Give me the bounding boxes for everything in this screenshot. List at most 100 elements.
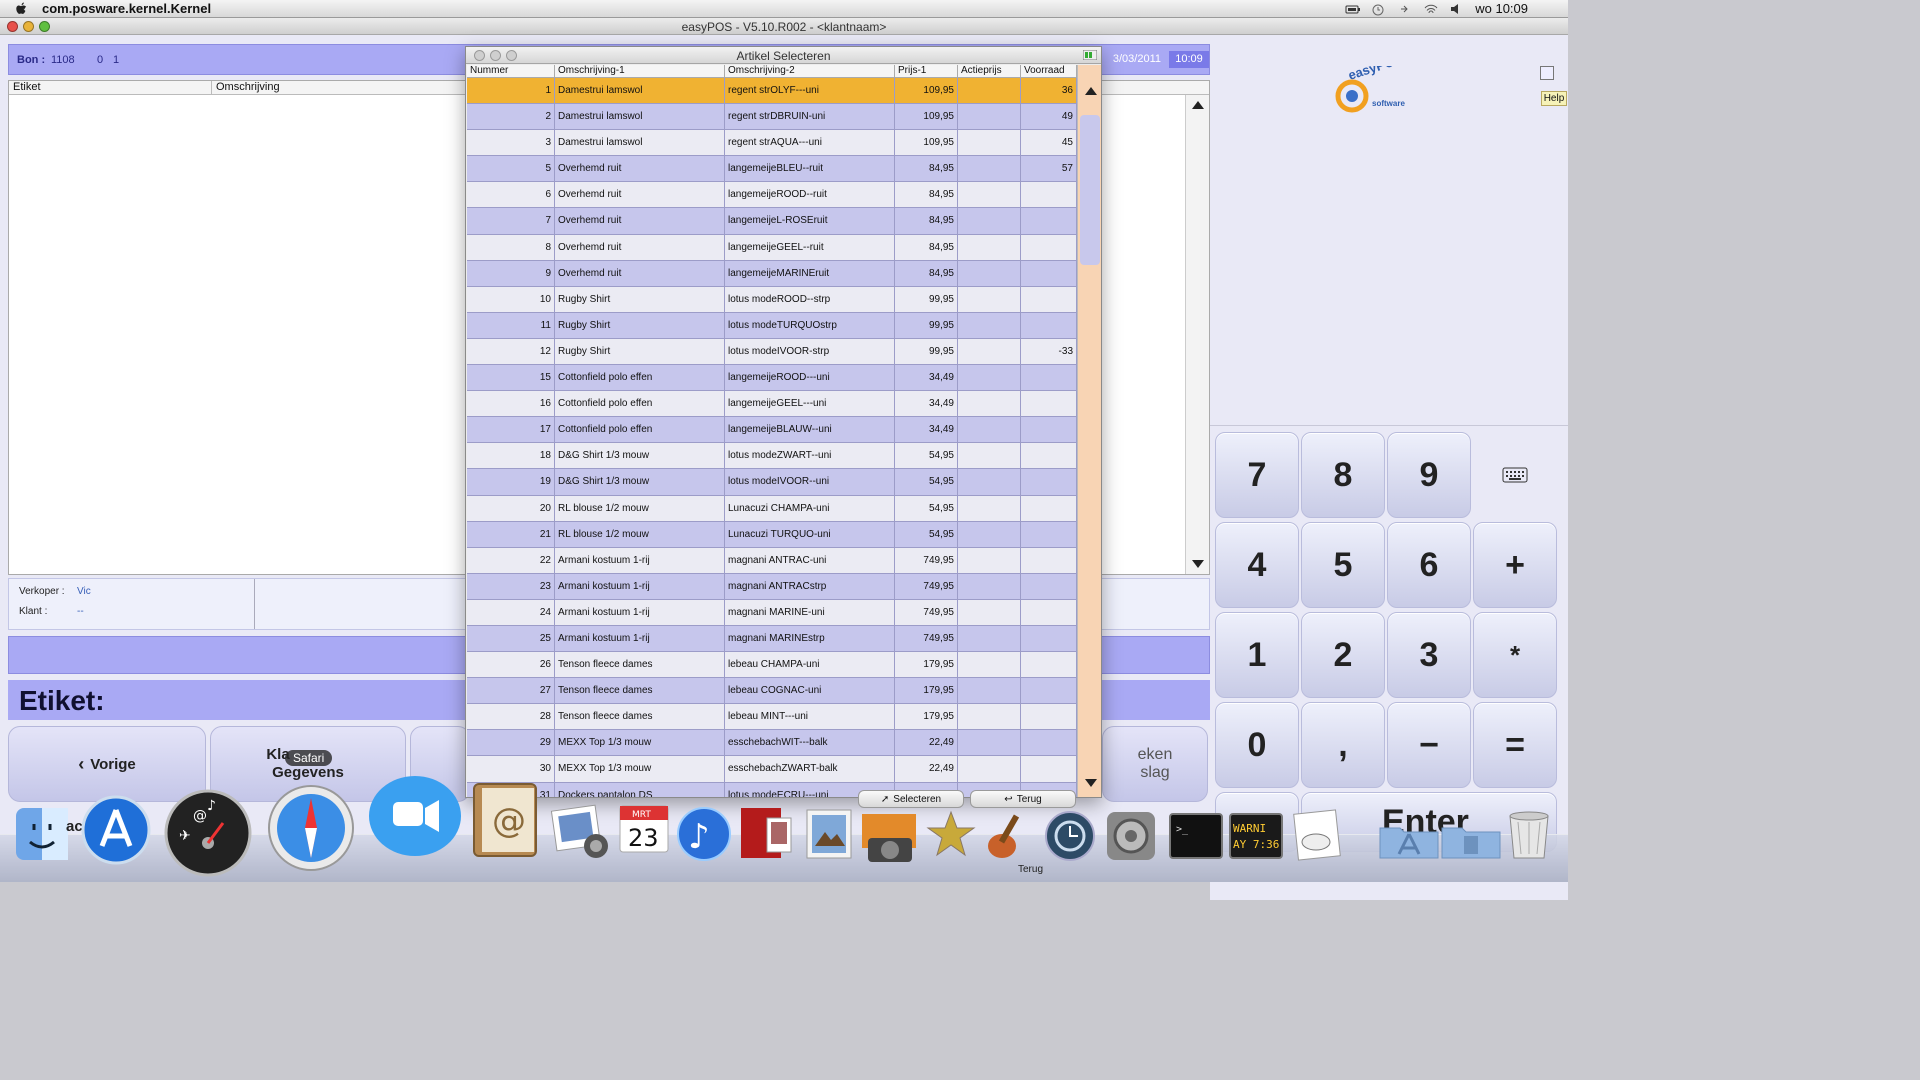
article-row[interactable]: 5 Overhemd ruit langemeijeBLEU--ruit 84,95 5… bbox=[467, 156, 1077, 183]
article-row[interactable]: 30 MEXX Top 1/3 mouw esschebachZWART-balk 2… bbox=[467, 756, 1077, 783]
time-machine-dock-icon[interactable] bbox=[1044, 810, 1096, 862]
key-4[interactable]: 4 bbox=[1215, 522, 1299, 608]
facetime-icon[interactable] bbox=[367, 772, 463, 868]
trash-icon[interactable] bbox=[1502, 806, 1556, 862]
column-header-omschrijving-1[interactable]: Omschrijving-1 bbox=[555, 65, 725, 77]
logo-text-software: software bbox=[1372, 99, 1405, 108]
key-minus[interactable]: − bbox=[1387, 702, 1471, 788]
column-header-actieprijs[interactable]: Actieprijs bbox=[958, 65, 1021, 77]
column-header-voorraad[interactable]: Voorraad bbox=[1021, 65, 1077, 77]
article-row[interactable]: 25 Armani kostuum 1-rij magnani MARINEstrp… bbox=[467, 625, 1077, 653]
article-row[interactable]: 3 Damestrui lamswol regent strAQUA---uni 10… bbox=[467, 130, 1077, 157]
app-store-icon[interactable] bbox=[80, 794, 152, 866]
cell-actieprijs bbox=[958, 625, 1021, 652]
terminal-icon[interactable]: >_ bbox=[1168, 812, 1224, 860]
key-plus[interactable]: + bbox=[1473, 522, 1557, 608]
article-row[interactable]: 23 Armani kostuum 1-rij magnani ANTRACstrp… bbox=[467, 573, 1077, 600]
image-capture-icon[interactable] bbox=[860, 812, 918, 864]
verkoper-value[interactable]: Vic bbox=[77, 586, 91, 597]
article-grid[interactable]: Nummer Omschrijving-1 Omschrijving-2 Pri… bbox=[467, 65, 1077, 797]
article-row[interactable]: 29 MEXX Top 1/3 mouw esschebachWIT---balk 2… bbox=[467, 730, 1077, 757]
article-row[interactable]: 8 Overhemd ruit langemeijeGEEL--ruit 84,95 bbox=[467, 234, 1077, 261]
scroll-thumb[interactable] bbox=[1080, 115, 1100, 265]
article-row[interactable]: 15 Cottonfield polo effen langemeijeROOD--… bbox=[467, 365, 1077, 392]
key-3[interactable]: 3 bbox=[1387, 612, 1471, 698]
app-name-menu[interactable]: com.posware.kernel.Kernel bbox=[42, 1, 211, 16]
address-book-icon[interactable]: @ bbox=[470, 780, 542, 860]
apple-menu-icon[interactable] bbox=[14, 2, 30, 16]
article-row[interactable]: 24 Armani kostuum 1-rij magnani MARINE-uni… bbox=[467, 599, 1077, 626]
selecteren-button[interactable]: ➚ Selecteren bbox=[858, 790, 964, 808]
preview-icon[interactable] bbox=[803, 806, 855, 862]
safari-icon[interactable] bbox=[265, 782, 357, 874]
column-header-prijs-1[interactable]: Prijs-1 bbox=[895, 65, 958, 77]
textedit-icon[interactable] bbox=[1290, 808, 1348, 862]
article-row[interactable]: 22 Armani kostuum 1-rij magnani ANTRAC-uni… bbox=[467, 547, 1077, 574]
imovie-icon[interactable] bbox=[925, 808, 977, 862]
column-header-omschrijving-2[interactable]: Omschrijving-2 bbox=[725, 65, 895, 77]
front-row-icon[interactable] bbox=[737, 804, 797, 862]
receipt-lines-scrollbar[interactable] bbox=[1185, 95, 1209, 574]
cell-omschrijving-1: Tenson fleece dames bbox=[555, 678, 725, 704]
dashboard-icon[interactable]: @♪ ✈ bbox=[163, 788, 253, 878]
key-0[interactable]: 0 bbox=[1215, 702, 1299, 788]
article-row[interactable]: 27 Tenson fleece dames lebeau COGNAC-uni 17… bbox=[467, 678, 1077, 705]
article-grid-header: Nummer Omschrijving-1 Omschrijving-2 Pri… bbox=[467, 65, 1077, 78]
article-row[interactable]: 19 D&G Shirt 1/3 mouw lotus modeIVOOR--uni… bbox=[467, 469, 1077, 496]
keyboard-toggle-button[interactable] bbox=[1473, 432, 1557, 518]
garageband-icon[interactable] bbox=[980, 806, 1040, 862]
article-row[interactable]: 20 RL blouse 1/2 mouw Lunacuzi CHAMPA-uni 5… bbox=[467, 495, 1077, 522]
klant-value[interactable]: -- bbox=[77, 606, 84, 617]
article-row[interactable]: 28 Tenson fleece dames lebeau MINT---uni 17… bbox=[467, 704, 1077, 731]
cell-omschrijving-2: lotus modeIVOOR--uni bbox=[725, 469, 895, 495]
scroll-up-arrow-icon[interactable] bbox=[1082, 83, 1099, 99]
key-equals[interactable]: = bbox=[1473, 702, 1557, 788]
article-row[interactable]: 21 RL blouse 1/2 mouw Lunacuzi TURQUO-uni 5… bbox=[467, 521, 1077, 548]
scroll-up-arrow-icon[interactable] bbox=[1189, 97, 1206, 113]
battery-icon[interactable] bbox=[1345, 3, 1361, 15]
wifi-icon[interactable] bbox=[1423, 3, 1438, 15]
article-row[interactable]: 7 Overhemd ruit langemeijeL-ROSEruit 84,95 bbox=[467, 208, 1077, 235]
article-row[interactable]: 18 D&G Shirt 1/3 mouw lotus modeZWART--uni… bbox=[467, 443, 1077, 470]
key-comma[interactable]: , bbox=[1301, 702, 1385, 788]
volume-icon[interactable] bbox=[1449, 3, 1463, 15]
key-5[interactable]: 5 bbox=[1301, 522, 1385, 608]
iphoto-icon[interactable] bbox=[550, 802, 610, 862]
window-resize-icon[interactable] bbox=[1540, 66, 1554, 80]
column-header-nummer[interactable]: Nummer bbox=[467, 65, 555, 77]
dialog-titlebar[interactable]: Artikel Selecteren bbox=[466, 47, 1101, 64]
key-multiply[interactable]: * bbox=[1473, 612, 1557, 698]
key-2[interactable]: 2 bbox=[1301, 612, 1385, 698]
column-chooser-icon[interactable] bbox=[1082, 49, 1098, 61]
key-1[interactable]: 1 bbox=[1215, 612, 1299, 698]
article-row[interactable]: 10 Rugby Shirt lotus modeROOD--strp 99,95 bbox=[467, 286, 1077, 313]
bluetooth-icon[interactable] bbox=[1397, 3, 1411, 15]
column-header-etiket[interactable]: Etiket bbox=[9, 81, 212, 94]
article-row[interactable]: 2 Damestrui lamswol regent strDBRUIN-uni 10… bbox=[467, 104, 1077, 131]
key-7[interactable]: 7 bbox=[1215, 432, 1299, 518]
article-row[interactable]: 9 Overhemd ruit langemeijeMARINEruit 84,95 bbox=[467, 260, 1077, 287]
key-6[interactable]: 6 bbox=[1387, 522, 1471, 608]
article-row[interactable]: 12 Rugby Shirt lotus modeIVOOR-strp 99,95 -3… bbox=[467, 338, 1077, 366]
scroll-down-arrow-icon[interactable] bbox=[1189, 556, 1206, 572]
applications-folder-icon[interactable] bbox=[1378, 820, 1440, 860]
key-8[interactable]: 8 bbox=[1301, 432, 1385, 518]
key-9[interactable]: 9 bbox=[1387, 432, 1471, 518]
console-icon[interactable]: WARNI AY 7:36 bbox=[1228, 812, 1284, 860]
article-row[interactable]: 17 Cottonfield polo effen langemeijeBLAUW-… bbox=[467, 417, 1077, 444]
article-row[interactable]: 1 Damestrui lamswol regent strOLYF---uni 10… bbox=[467, 78, 1077, 105]
article-grid-scrollbar[interactable] bbox=[1077, 50, 1101, 797]
help-button[interactable]: Help bbox=[1541, 91, 1567, 106]
documents-folder-icon[interactable] bbox=[1440, 820, 1502, 860]
article-row[interactable]: 11 Rugby Shirt lotus modeTURQUOstrp 99,95 bbox=[467, 312, 1077, 339]
article-row[interactable]: 26 Tenson fleece dames lebeau CHAMPA-uni 17… bbox=[467, 652, 1077, 679]
article-row[interactable]: 6 Overhemd ruit langemeijeROOD--ruit 84,95 bbox=[467, 182, 1077, 209]
article-row[interactable]: 16 Cottonfield polo effen langemeijeGEEL--… bbox=[467, 391, 1077, 418]
ical-icon[interactable]: MRT 23 bbox=[618, 802, 670, 856]
itunes-icon[interactable]: ♪ bbox=[676, 806, 732, 862]
window-titlebar[interactable]: easyPOS - V5.10.R002 - <klantnaam> bbox=[0, 18, 1568, 35]
finder-icon[interactable] bbox=[14, 806, 70, 862]
menubar-clock[interactable]: wo 10:09 bbox=[1475, 1, 1528, 16]
system-preferences-icon[interactable] bbox=[1105, 810, 1157, 862]
time-machine-icon[interactable] bbox=[1371, 3, 1385, 15]
